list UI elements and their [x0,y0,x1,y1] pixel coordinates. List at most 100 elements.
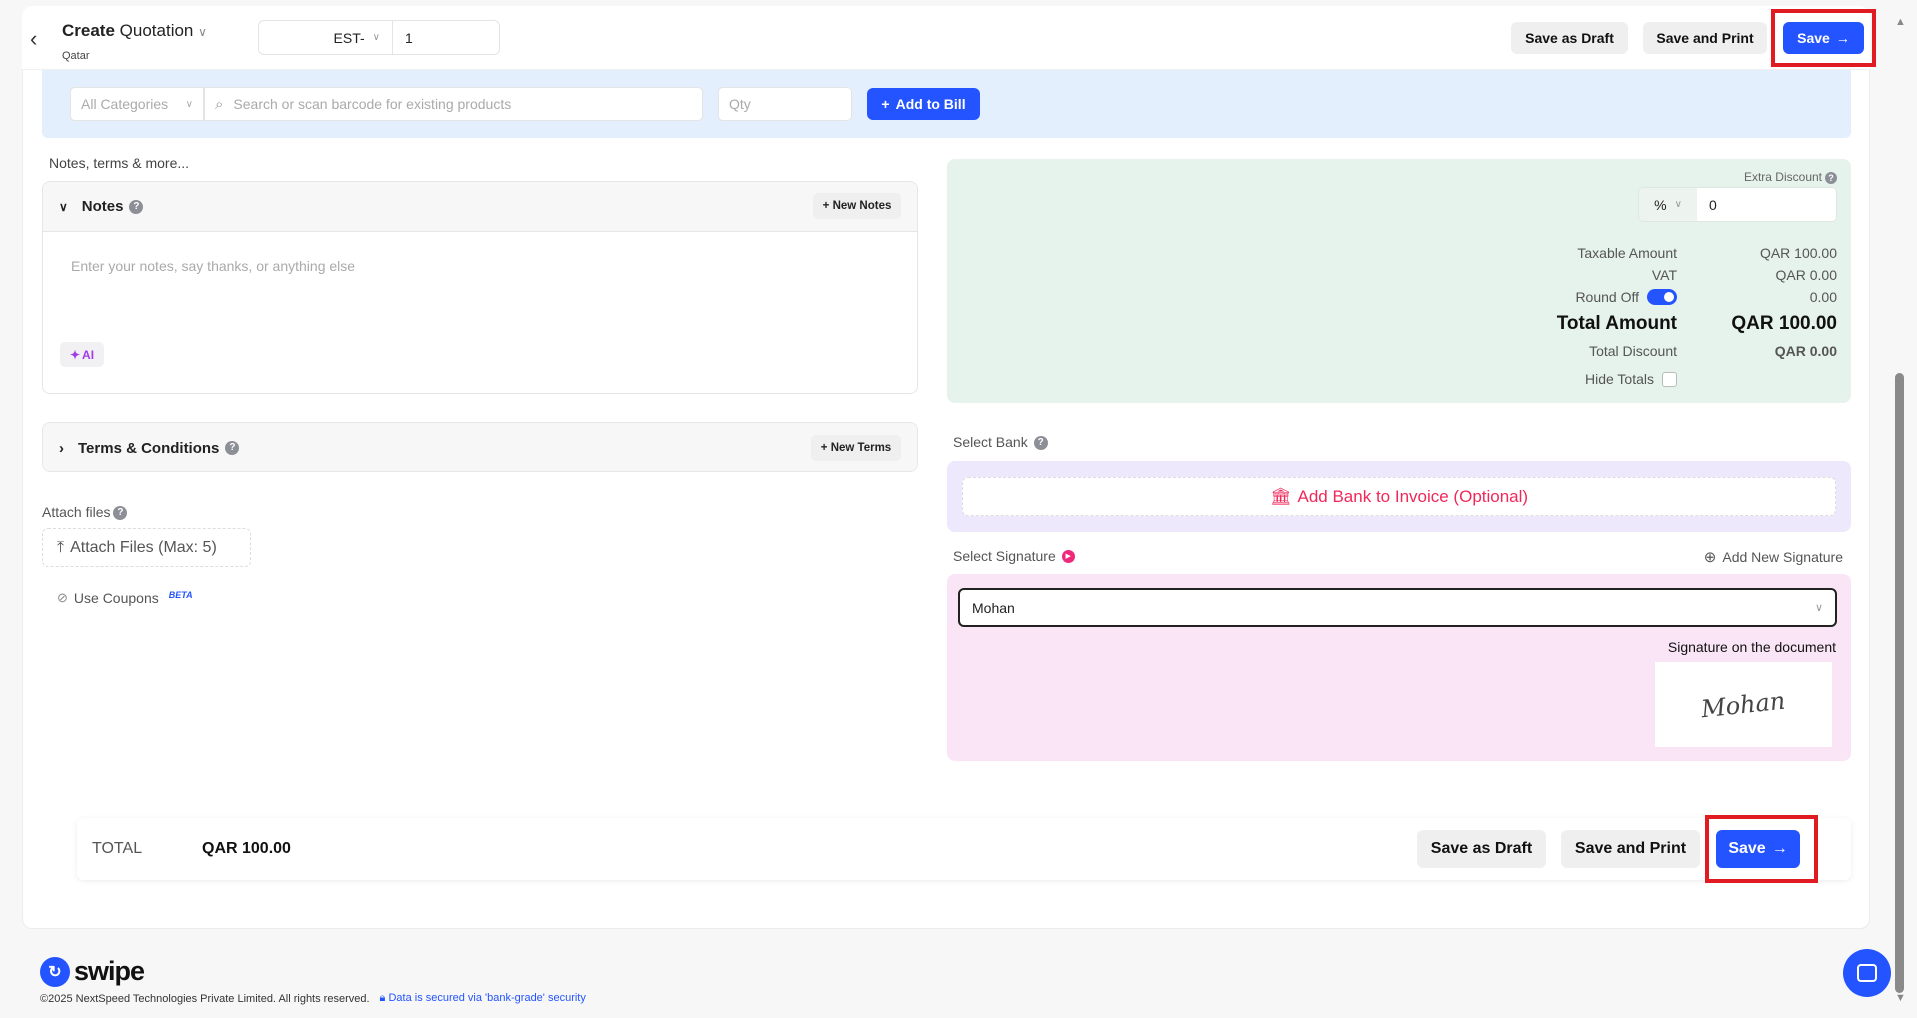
back-button[interactable]: ‹ [30,26,37,52]
chevron-down-icon: ∨ [372,32,380,43]
arrow-right-icon: → [1835,30,1850,46]
bottom-save-label: Save [1728,840,1766,857]
scrollbar[interactable]: ▲ ▼ [1892,10,1907,1010]
new-notes-button[interactable]: + New Notes [813,193,901,219]
signature-script: Mohan [1700,686,1787,723]
new-terms-label: New Terms [830,442,892,454]
signature-image: Mohan [1655,662,1832,747]
scrollbar-thumb[interactable] [1895,373,1904,993]
add-signature-label: Add New Signature [1722,549,1843,565]
new-terms-button[interactable]: + New Terms [811,435,901,461]
notes-panel: ∨ Notes? + New Notes Enter your notes, sa… [42,181,918,394]
help-icon[interactable]: ? [1033,436,1048,451]
bottom-save-button[interactable]: Save → [1716,830,1800,868]
chat-icon [1857,964,1877,982]
brand-name: swipe [74,956,145,986]
attach-files-label: Attach files? [42,504,128,521]
coupon-icon: ⊘ [57,590,68,605]
terms-panel: › Terms & Conditions? + New Terms [42,422,918,472]
add-bank-button[interactable]: 🏛︎ Add Bank to Invoice (Optional) [962,477,1836,516]
bottom-total-label: TOTAL [92,840,143,857]
hide-totals-checkbox[interactable] [1662,371,1677,387]
attach-label-text: Attach files [42,504,111,520]
select-signature-label: Select Signature ▶ [953,548,1075,564]
prefix-select[interactable]: EST- ∨ [259,21,393,54]
bottom-save-draft-button[interactable]: Save as Draft [1417,830,1546,868]
hide-totals-label: Hide Totals [1584,371,1654,387]
vat-label: VAT [1651,267,1677,283]
roundoff-value: 0.00 [1809,289,1837,305]
attach-button-label: Attach Files (Max: 5) [70,538,217,556]
signature-doc-label: Signature on the document [1667,639,1836,655]
security-link[interactable]: 🔒︎ Data is secured via 'bank-grade' secu… [380,992,586,1005]
chevron-down-icon: ∨ [59,199,68,214]
attach-files-button[interactable]: ⤒ Attach Files (Max: 5) [42,528,251,567]
total-amount-value: QAR 100.00 [1731,313,1837,334]
add-new-signature-button[interactable]: ⊕ Add New Signature [1704,548,1843,566]
bottom-save-print-button[interactable]: Save and Print [1561,830,1700,868]
totals-panel: Extra Discount? % ∨ 0 Taxable Amount QAR 1… [947,159,1851,403]
add-bank-label: Add Bank to Invoice (Optional) [1297,486,1529,506]
section-heading: Notes, terms & more... [49,155,190,171]
chevron-down-icon: ∨ [185,98,193,110]
footer-text: ©2025 NextSpeed Technologies Private Lim… [40,992,586,1005]
chevron-down-icon: ∨ [198,25,207,39]
category-select[interactable]: All Categories ∨ [70,87,204,121]
select-bank-label: Select Bank? [953,434,1048,451]
help-icon[interactable]: ? [113,506,128,521]
save-label: Save [1797,30,1830,46]
title-bold: Create [62,21,115,40]
add-to-bill-label: Add to Bill [895,96,966,112]
document-number-group: EST- ∨ 1 [258,20,500,55]
save-print-button[interactable]: Save and Print [1643,22,1767,54]
chat-button[interactable] [1843,949,1891,997]
roundoff-toggle[interactable] [1647,289,1677,305]
save-draft-button[interactable]: Save as Draft [1511,22,1628,54]
coupons-label: Use Coupons [73,590,159,606]
help-icon[interactable]: ? [225,441,240,455]
notes-title: Notes [81,198,124,215]
qty-input[interactable]: Qty [718,87,852,121]
vat-value: QAR 0.00 [1775,267,1837,283]
use-coupons-link[interactable]: ⊘ Use Coupons BETA [57,590,193,606]
select-signature-text: Select Signature [953,548,1056,564]
help-icon[interactable]: ? [129,199,144,214]
product-search-input[interactable]: ⌕ Search or scan barcode for existing pro… [204,87,703,121]
signature-select[interactable]: Mohan ∨ [958,588,1837,627]
document-number-input[interactable]: 1 [393,21,499,54]
plus-icon: + [881,96,890,112]
notes-textarea[interactable]: Enter your notes, say thanks, or anythin… [71,258,355,274]
ai-button[interactable]: ✦ AI [60,342,104,367]
ai-label: AI [82,347,95,362]
terms-title: Terms & Conditions [78,439,220,457]
notes-header[interactable]: ∨ Notes? + New Notes [43,182,917,232]
title-rest: Quotation [119,21,194,40]
scroll-up-icon[interactable]: ▲ [1895,16,1906,28]
play-icon[interactable]: ▶ [1061,549,1075,563]
upload-icon: ⤒ [57,538,65,556]
bank-icon: 🏛︎ [1269,486,1292,506]
chevron-right-icon: › [59,439,64,457]
arrow-right-icon: → [1771,840,1788,857]
security-text: Data is secured via 'bank-grade' securit… [388,992,586,1004]
taxable-value: QAR 100.00 [1759,245,1837,261]
add-to-bill-button[interactable]: + Add to Bill [867,88,980,120]
swipe-logo-icon: ↻ [40,956,70,987]
scroll-down-icon[interactable]: ▼ [1895,992,1906,1004]
taxable-label: Taxable Amount [1577,245,1677,261]
total-amount-label: Total Amount [1556,313,1677,334]
lock-icon: 🔒︎ [379,992,386,1004]
sparkle-icon: ✦ [69,347,81,362]
save-button[interactable]: Save → [1783,22,1864,54]
search-placeholder: Search or scan barcode for existing prod… [233,96,512,112]
category-value: All Categories [81,96,169,112]
chevron-down-icon: ∨ [1814,602,1823,614]
document-type-dropdown[interactable]: Create Quotation ∨ [62,21,207,41]
terms-header[interactable]: › Terms & Conditions? + New Terms [43,423,917,471]
swipe-logo: ↻ swipe [40,956,145,987]
company-country: Qatar [62,50,90,62]
plus-circle-icon: ⊕ [1703,549,1717,566]
total-discount-label: Total Discount [1589,343,1677,359]
prefix-value: EST- [333,29,365,46]
total-discount-value: QAR 0.00 [1774,343,1837,359]
